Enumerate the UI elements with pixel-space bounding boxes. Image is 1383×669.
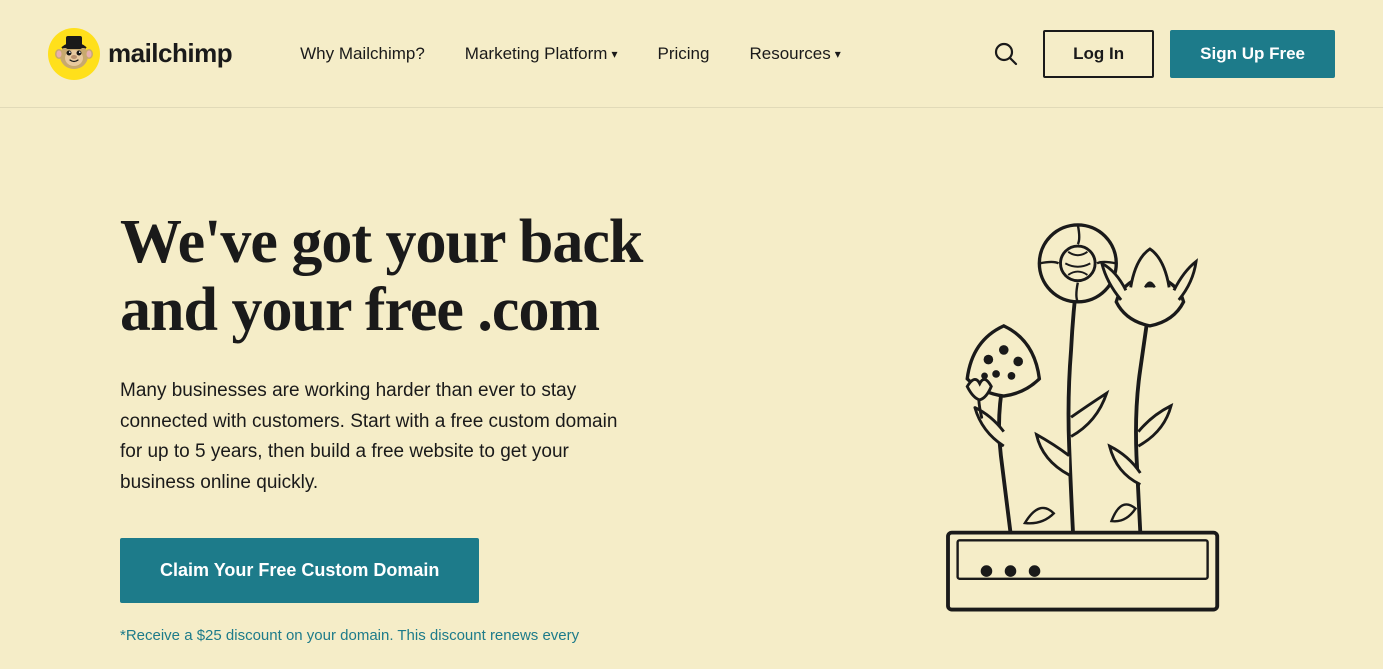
hero-section: We've got your back and your free .com M… <box>0 108 1383 669</box>
brand-name: mailchimp <box>108 38 232 69</box>
nav-marketing-platform[interactable]: Marketing Platform ▾ <box>445 36 638 72</box>
nav-why-mailchimp[interactable]: Why Mailchimp? <box>280 36 445 72</box>
nav-right: Log In Sign Up Free <box>985 30 1335 78</box>
flower-illustration-svg <box>823 148 1323 648</box>
nav-resources[interactable]: Resources ▾ <box>729 36 860 72</box>
login-button[interactable]: Log In <box>1043 30 1154 78</box>
hero-disclaimer: *Receive a $25 discount on your domain. … <box>120 627 700 644</box>
search-icon <box>993 41 1019 67</box>
hero-illustration <box>823 148 1323 648</box>
navbar: mailchimp Why Mailchimp? Marketing Platf… <box>0 0 1383 108</box>
hero-description: Many businesses are working harder than … <box>120 376 630 498</box>
chevron-down-icon: ▾ <box>611 47 617 61</box>
hero-content: We've got your back and your free .com M… <box>120 168 700 644</box>
search-button[interactable] <box>985 33 1027 75</box>
signup-button[interactable]: Sign Up Free <box>1170 30 1335 78</box>
nav-links: Why Mailchimp? Marketing Platform ▾ Pric… <box>280 36 985 72</box>
hero-title: We've got your back and your free .com <box>120 208 700 344</box>
logo-icon <box>48 28 100 80</box>
logo-link[interactable]: mailchimp <box>48 28 232 80</box>
chevron-down-icon: ▾ <box>835 47 841 61</box>
nav-pricing[interactable]: Pricing <box>638 36 730 72</box>
cta-button[interactable]: Claim Your Free Custom Domain <box>120 538 479 603</box>
